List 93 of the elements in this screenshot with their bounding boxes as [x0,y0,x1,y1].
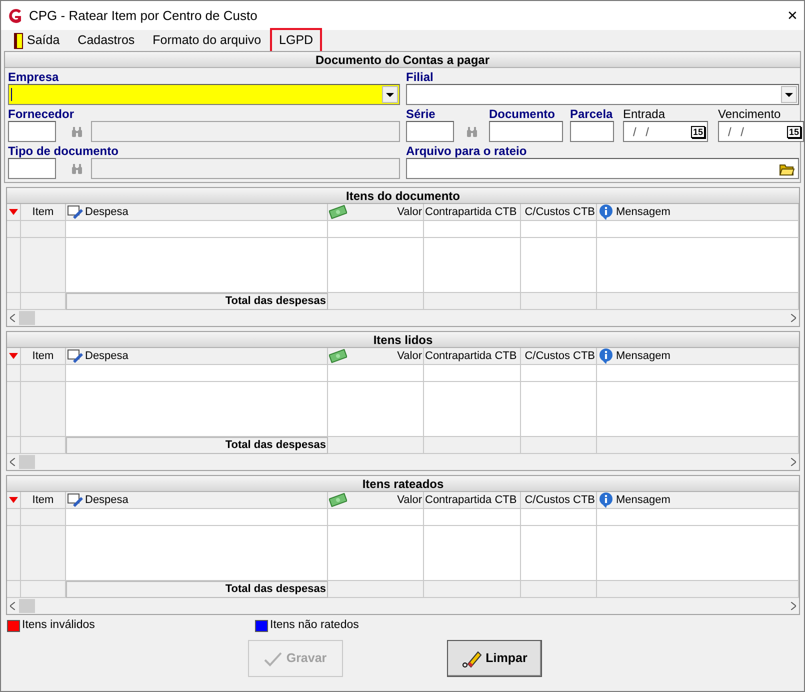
field-label: Série [406,106,436,121]
field-label: Empresa [8,69,60,84]
date-value: / / [632,124,652,140]
scroll-right-icon [791,458,796,466]
dropdown-arrow-icon [386,92,394,96]
column-header[interactable]: Item [21,204,66,221]
money-icon [329,205,347,219]
scroll-left-icon [10,458,15,466]
total-label: Total das despesas [66,293,328,310]
action-button[interactable]: Limpar [447,640,542,677]
column-header[interactable]: Contrapartida CTB [424,348,521,365]
field-label: Fornecedor [8,106,76,121]
checkmark-icon [264,650,282,666]
date-value: / / [727,124,748,140]
column-header[interactable]: Valor [328,492,424,509]
total-label: Total das despesas [66,581,328,598]
dropdown-arrow-icon [785,92,793,96]
column-header[interactable]: Contrapartida CTB [424,492,521,509]
column-header[interactable]: C/Custos CTB [521,492,597,509]
input-field[interactable] [406,121,454,142]
input-field[interactable] [489,121,563,142]
info-icon [598,348,614,364]
column-header[interactable]: Item [21,348,66,365]
grid-title: Itens rateados [7,476,799,492]
door-icon [14,32,23,48]
binoculars-icon [71,126,83,138]
binoculars-icon [466,126,478,138]
legend-label: Itens não ratedos [270,618,359,634]
money-icon [329,493,347,507]
input-field[interactable] [8,158,56,179]
field-label: Parcela [570,106,614,121]
close-button[interactable]: ✕ [787,6,798,26]
money-icon [329,349,347,363]
sort-marker-icon [9,209,18,215]
calendar-button[interactable]: 15 [690,126,705,138]
date-field[interactable]: / / 15 [623,121,708,142]
grid-cell [21,382,66,437]
column-header[interactable]: Despesa [66,492,328,509]
panel-header: Documento do Contas a pagar [5,52,800,68]
grid-cell [21,509,66,526]
field-label: Documento [489,106,556,121]
column-header[interactable]: Item [21,492,66,509]
scroll-right-icon [791,602,796,610]
total-label: Total das despesas [66,437,328,454]
column-header[interactable]: Valor [328,348,424,365]
info-icon [598,204,614,220]
scroll-left-icon [10,602,15,610]
grid-cell [21,238,66,293]
column-header[interactable]: Mensagem [597,492,799,509]
sort-marker-icon [9,353,18,359]
scroll-right-icon [791,314,796,322]
pencil-icon [67,349,83,363]
menu-item[interactable]: Formato do arquivo [144,28,270,53]
column-header[interactable]: C/Custos CTB [521,204,597,221]
input-field[interactable] [570,121,614,142]
pencil-icon [67,493,83,507]
column-header[interactable]: Despesa [66,204,328,221]
calendar-button[interactable]: 15 [786,126,801,138]
column-header[interactable]: Contrapartida CTB [424,204,521,221]
pencil-icon [67,205,83,219]
app-logo-icon [7,8,23,24]
column-header[interactable]: Mensagem [597,204,799,221]
grid-title: Itens lidos [7,332,799,348]
binoculars-icon [71,162,83,174]
date-field[interactable]: / / 15 [718,121,804,142]
field-label: Arquivo para o rateio [406,143,528,158]
menu-item[interactable]: Cadastros [68,28,144,53]
grid-cell [21,526,66,581]
scrollbar-thumb[interactable] [19,599,35,613]
column-header[interactable]: C/Custos CTB [521,348,597,365]
eraser-icon [462,650,482,668]
folder-icon [779,162,795,176]
grid-title: Itens do documento [7,188,799,204]
sort-marker-icon [9,497,18,503]
dropdown-field[interactable] [406,84,799,105]
field-label: Entrada [623,106,666,121]
scrollbar-thumb[interactable] [19,311,35,325]
column-header[interactable]: Despesa [66,348,328,365]
window-title: CPG - Ratear Item por Centro de Custo [29,6,258,25]
scroll-left-icon [10,314,15,322]
legend-label: Itens inválidos [22,618,95,634]
grid-cell [21,365,66,382]
info-icon [598,492,614,508]
file-field[interactable] [406,158,799,179]
column-header[interactable]: Mensagem [597,348,799,365]
field-label: Vencimento [718,106,782,121]
column-header[interactable]: Valor [328,204,424,221]
input-field[interactable] [8,121,56,142]
grid-cell [21,221,66,238]
field-label: Tipo de documento [8,143,120,158]
field-label: Filial [406,69,434,84]
scrollbar-thumb[interactable] [19,455,35,469]
dropdown-field[interactable] [8,84,400,105]
